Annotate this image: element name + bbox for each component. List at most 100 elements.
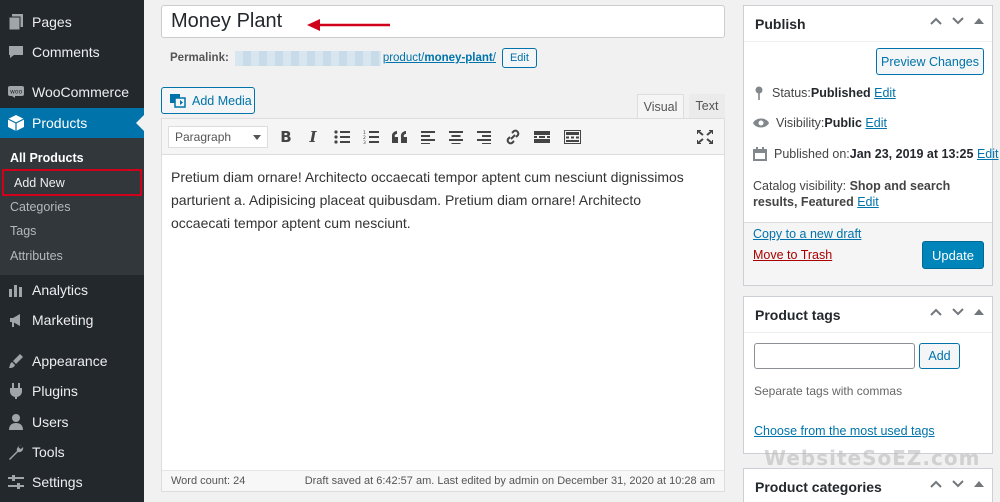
editor-content[interactable]: Pretium diam ornare! Architecto occaecat… — [171, 166, 701, 235]
visibility-row: Visibility: Public Edit — [753, 116, 887, 130]
update-button[interactable]: Update — [922, 241, 984, 269]
menu-item-users[interactable]: Users — [0, 408, 144, 436]
blockquote-icon[interactable] — [390, 127, 410, 147]
menu-item-comments[interactable]: Comments — [0, 38, 144, 66]
svg-text:woo: woo — [10, 89, 23, 96]
annotation-arrow-title — [307, 19, 390, 31]
menu-label: WooCommerce — [32, 84, 129, 100]
permalink-edit-button[interactable]: Edit — [501, 48, 537, 68]
content-editor: Paragraph B I 123 Pretium diam ornare! A… — [161, 118, 725, 492]
tags-help-text: Separate tags with commas — [754, 384, 903, 398]
align-left-icon[interactable] — [418, 127, 438, 147]
tags-box-header: Product tags — [744, 297, 992, 333]
chevron-up-icon[interactable] — [930, 480, 942, 488]
menu-item-marketing[interactable]: Marketing — [0, 306, 144, 334]
editor-status-bar: Word count: 24 Draft saved at 6:42:57 am… — [162, 470, 724, 491]
numbered-list-icon[interactable]: 123 — [361, 127, 381, 147]
status-edit-link[interactable]: Edit — [874, 86, 896, 100]
chevron-up-icon[interactable] — [930, 308, 942, 316]
permalink-url[interactable]: product/money-plant/ — [383, 52, 496, 64]
submenu-add-new[interactable]: Add New — [2, 169, 142, 196]
svg-text:3: 3 — [363, 140, 366, 144]
add-tag-button[interactable]: Add — [919, 343, 960, 369]
admin-sidebar: Pages Comments woo WooCommerce Products … — [0, 0, 144, 502]
word-count: Word count: 24 — [171, 475, 246, 487]
status-row: Status: Published Edit — [753, 86, 896, 100]
menu-item-appearance[interactable]: Appearance — [0, 347, 144, 375]
menu-item-products[interactable]: Products — [0, 108, 144, 138]
format-select[interactable]: Paragraph — [168, 126, 268, 148]
copy-to-draft-link[interactable]: Copy to a new draft — [753, 227, 861, 241]
italic-icon[interactable]: I — [303, 127, 323, 147]
tab-visual[interactable]: Visual — [637, 94, 684, 118]
add-media-button[interactable]: Add Media — [161, 87, 255, 114]
bold-icon[interactable]: B — [276, 127, 296, 147]
watermark: WebsiteSoEZ.com — [764, 446, 981, 470]
products-submenu: All Products Add New Categories Tags Att… — [0, 138, 144, 275]
chevron-down-icon[interactable] — [952, 480, 964, 488]
chevron-down-icon — [253, 135, 261, 140]
chevron-down-icon[interactable] — [952, 308, 964, 316]
submenu-all-products[interactable]: All Products — [0, 146, 144, 170]
fullscreen-icon[interactable] — [695, 127, 715, 147]
users-icon — [8, 414, 24, 430]
align-center-icon[interactable] — [446, 127, 466, 147]
editor-toolbar: Paragraph B I 123 — [162, 119, 724, 155]
preview-changes-button[interactable]: Preview Changes — [876, 48, 984, 75]
collapse-toggle-icon[interactable] — [974, 480, 984, 488]
align-right-icon[interactable] — [474, 127, 494, 147]
appearance-icon — [8, 353, 24, 369]
analytics-icon — [8, 282, 24, 298]
woocommerce-icon: woo — [8, 84, 24, 100]
tab-text[interactable]: Text — [689, 94, 725, 118]
pin-icon — [753, 86, 765, 100]
menu-item-settings[interactable]: Settings — [0, 468, 144, 496]
tags-title: Product tags — [755, 306, 841, 323]
menu-label: Marketing — [32, 312, 94, 328]
published-edit-link[interactable]: Edit — [977, 147, 999, 161]
menu-item-analytics[interactable]: Analytics — [0, 276, 144, 304]
catalog-visibility: Catalog visibility: Shop and search resu… — [753, 178, 983, 210]
link-icon[interactable] — [503, 127, 523, 147]
collapse-toggle-icon[interactable] — [974, 308, 984, 316]
collapse-toggle-icon[interactable] — [974, 17, 984, 25]
add-media-label: Add Media — [192, 93, 252, 108]
permalink-path: product/ — [382, 52, 425, 64]
menu-label: Tools — [32, 444, 65, 460]
wrench-icon — [8, 444, 24, 460]
menu-label: Products — [32, 115, 88, 131]
bullet-list-icon[interactable] — [332, 127, 352, 147]
published-value: Jan 23, 2019 at 13:25 — [849, 147, 974, 161]
visibility-edit-link[interactable]: Edit — [865, 116, 887, 130]
submenu-attributes[interactable]: Attributes — [0, 244, 144, 268]
tag-input[interactable] — [754, 343, 915, 369]
menu-item-tools[interactable]: Tools — [0, 438, 144, 466]
chevron-up-icon[interactable] — [930, 17, 942, 25]
categories-title: Product categories — [755, 478, 882, 495]
status-value: Published — [810, 86, 871, 100]
menu-item-plugins[interactable]: Plugins — [0, 377, 144, 405]
format-select-value: Paragraph — [175, 130, 232, 144]
visibility-value: Public — [824, 116, 862, 130]
permalink-domain-blurred — [234, 50, 381, 66]
menu-label: Comments — [32, 44, 100, 60]
menu-item-pages[interactable]: Pages — [0, 8, 144, 36]
product-title-input[interactable]: Money Plant — [161, 5, 725, 38]
submenu-categories[interactable]: Categories — [0, 195, 144, 219]
read-more-icon[interactable] — [532, 127, 552, 147]
menu-item-woocommerce[interactable]: woo WooCommerce — [0, 78, 144, 106]
settings-icon — [8, 474, 24, 490]
menu-label: Settings — [32, 474, 83, 490]
publish-box-header: Publish — [744, 6, 992, 42]
publish-title: Publish — [755, 15, 806, 32]
toolbar-toggle-icon[interactable] — [562, 127, 582, 147]
permalink-row: Permalink: product/money-plant/ Edit — [170, 48, 537, 68]
catalog-edit-link[interactable]: Edit — [857, 195, 879, 209]
products-icon — [8, 115, 24, 131]
most-used-tags-link[interactable]: Choose from the most used tags — [754, 424, 935, 438]
menu-label: Pages — [32, 14, 72, 30]
move-to-trash-link[interactable]: Move to Trash — [753, 248, 832, 262]
chevron-down-icon[interactable] — [952, 17, 964, 25]
submenu-tags[interactable]: Tags — [0, 219, 144, 243]
categories-box-header: Product categories — [744, 469, 992, 502]
